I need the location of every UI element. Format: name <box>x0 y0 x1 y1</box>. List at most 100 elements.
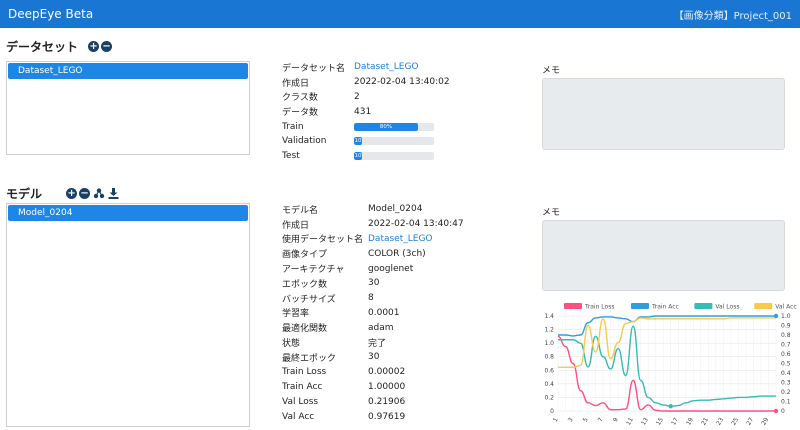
remove-model-icon[interactable]: − <box>79 188 91 199</box>
y-right-tick-label: 0.7 <box>781 342 791 349</box>
x-tick-label: 25 <box>730 416 740 426</box>
x-tick-label: 15 <box>655 416 665 426</box>
x-tick-label: 23 <box>715 416 725 426</box>
dataset-list: Dataset_LEGO <box>6 61 250 155</box>
test-progress-fill: 10 <box>354 152 362 161</box>
y-right-tick-label: 0.2 <box>781 389 791 396</box>
y-right-tick-label: 0.6 <box>781 351 791 358</box>
dataset-details: データセット名 Dataset_LEGO 作成日 2022-02-04 13:4… <box>282 60 450 164</box>
y-left-tick-label: 1.2 <box>544 327 554 334</box>
detail-value: 2022-02-04 13:40:47 <box>368 219 464 230</box>
share-icon[interactable] <box>92 188 105 200</box>
detail-value: COLOR (3ch) <box>368 248 426 259</box>
detail-key: バッチサイズ <box>282 294 336 305</box>
download-icon[interactable] <box>107 188 120 200</box>
x-tick-label: 3 <box>567 416 575 423</box>
remove-dataset-icon[interactable]: − <box>101 41 113 52</box>
x-tick-label: 29 <box>760 416 770 426</box>
dataset-memo-field[interactable] <box>542 78 785 150</box>
dataset-section-title: データセット <box>6 40 79 54</box>
detail-key: 作成日 <box>282 78 310 89</box>
detail-row: Train Acc 1.00000 <box>282 380 464 395</box>
detail-key: Val Acc <box>282 411 315 422</box>
dataset-name-link[interactable]: Dataset_LEGO <box>354 62 419 72</box>
y-left-tick-label: 0.6 <box>544 367 554 374</box>
x-tick-label: 5 <box>582 416 590 423</box>
detail-row: 作成日 2022-02-04 13:40:02 <box>282 75 450 90</box>
detail-value: 30 <box>368 352 380 363</box>
y-left-tick-label: 0 <box>550 408 554 415</box>
series-line <box>557 335 776 412</box>
split-row-validation: Validation 10 <box>282 134 450 149</box>
detail-value: googlenet <box>368 263 414 274</box>
detail-key: エポック数 <box>282 279 328 290</box>
x-tick-label: 13 <box>640 416 650 426</box>
detail-value: 0.21906 <box>368 396 406 407</box>
detail-row: Train Loss 0.00002 <box>282 365 464 380</box>
series-point <box>773 408 779 414</box>
legend-label: Val Acc <box>775 304 797 311</box>
y-left-tick-label: 0.4 <box>544 381 554 388</box>
app-title[interactable]: DeepEye Beta <box>8 7 93 21</box>
train-progress-fill: 80% <box>354 122 418 131</box>
y-left-tick-label: 1.4 <box>544 313 554 320</box>
y-right-tick-label: 0.8 <box>781 332 791 339</box>
dataset-section-header: データセット + − <box>6 38 113 55</box>
detail-row: 最終エポック 30 <box>282 350 464 365</box>
y-right-tick-label: 0.4 <box>781 370 791 377</box>
x-tick-label: 7 <box>597 416 605 423</box>
model-section-title: モデル <box>6 187 43 201</box>
test-progress-bar: 10 <box>354 152 434 161</box>
detail-row: バッチサイズ 8 <box>282 291 464 306</box>
series-point <box>773 313 779 319</box>
x-tick-label: 1 <box>552 416 560 423</box>
split-key: Validation <box>282 136 327 147</box>
model-list: Model_0204 <box>6 203 250 427</box>
detail-row: 状態 完了 <box>282 335 464 350</box>
x-tick-label: 19 <box>685 416 695 426</box>
detail-key: 作成日 <box>282 220 310 231</box>
x-tick-label: 17 <box>670 416 680 426</box>
detail-value: 30 <box>368 278 380 289</box>
legend-label: Train Loss <box>584 304 614 311</box>
legend-label: Val Loss <box>715 304 739 311</box>
app-header: DeepEye Beta 【画像分類】Project_001 <box>0 0 800 28</box>
y-left-tick-label: 0.8 <box>544 354 554 361</box>
detail-value: 0.00002 <box>368 367 406 378</box>
validation-progress-fill: 10 <box>354 137 362 146</box>
detail-row: データ数 431 <box>282 104 450 119</box>
model-list-item[interactable]: Model_0204 <box>8 205 248 221</box>
model-memo-field[interactable] <box>542 220 785 291</box>
detail-key: 使用データセット名 <box>282 235 364 246</box>
legend-swatch <box>694 303 713 309</box>
detail-row: モデル名 Model_0204 <box>282 202 464 217</box>
detail-key: 最適化関数 <box>282 324 328 335</box>
used-dataset-link[interactable]: Dataset_LEGO <box>368 234 433 244</box>
detail-row: 学習率 0.0001 <box>282 306 464 321</box>
detail-row: クラス数 2 <box>282 90 450 105</box>
detail-value: 2022-02-04 13:40:02 <box>354 77 450 88</box>
model-memo-label: メモ <box>542 208 561 218</box>
split-key: Train <box>282 121 304 132</box>
detail-row: 使用データセット名 Dataset_LEGO <box>282 232 464 247</box>
dataset-memo-label: メモ <box>542 66 561 76</box>
detail-row: エポック数 30 <box>282 276 464 291</box>
detail-value: 8 <box>368 293 374 304</box>
x-tick-label: 11 <box>625 416 635 426</box>
add-model-icon[interactable]: + <box>66 188 78 199</box>
dataset-list-item[interactable]: Dataset_LEGO <box>8 63 248 79</box>
detail-row: データセット名 Dataset_LEGO <box>282 60 450 75</box>
detail-row: 画像タイプ COLOR (3ch) <box>282 246 464 261</box>
y-left-tick-label: 1.0 <box>544 340 554 347</box>
x-tick-label: 9 <box>612 416 620 423</box>
legend-label: Train Acc <box>651 304 679 311</box>
series-point <box>668 404 673 409</box>
add-dataset-icon[interactable]: + <box>88 41 100 52</box>
y-right-tick-label: 0.5 <box>781 361 791 368</box>
legend-swatch <box>754 303 773 309</box>
split-key: Test <box>282 151 300 162</box>
detail-key: クラス数 <box>282 93 318 104</box>
split-row-train: Train 80% <box>282 119 450 134</box>
detail-value: 0.97619 <box>368 411 406 422</box>
detail-row: Val Acc 0.97619 <box>282 409 464 424</box>
